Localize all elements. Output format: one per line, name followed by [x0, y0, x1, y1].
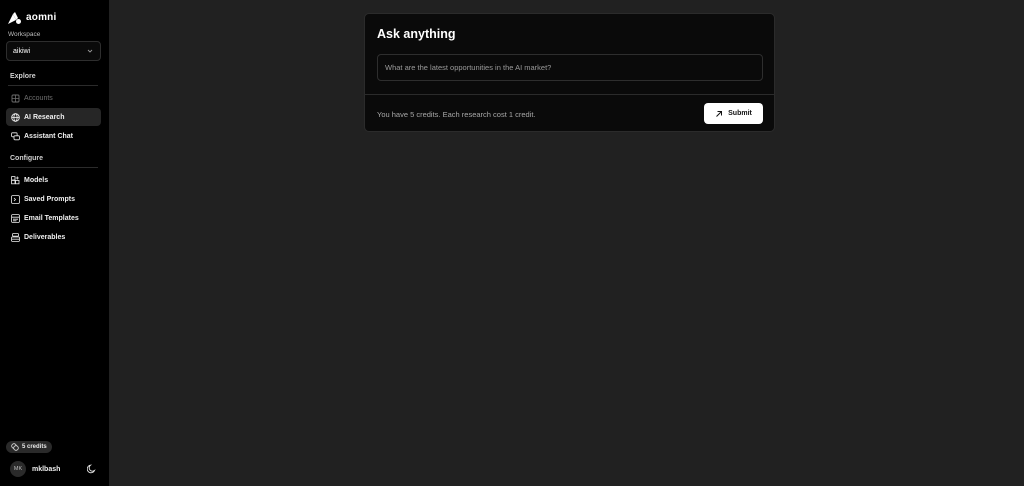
sidebar-item-saved-prompts[interactable]: Saved Prompts: [6, 190, 101, 208]
coins-icon: [11, 443, 19, 451]
aomni-logo-icon: [8, 11, 21, 24]
section-divider: [8, 167, 98, 168]
theme-toggle-button[interactable]: [86, 463, 98, 475]
sidebar-item-label: AI Research: [24, 113, 65, 121]
sidebar-item-label: Accounts: [24, 94, 53, 102]
building-icon: [10, 93, 20, 103]
arrow-up-right-icon: [716, 110, 723, 117]
template-icon: [10, 213, 20, 223]
workspace-value: aikiwi: [13, 47, 31, 55]
credits-badge-label: 5 credits: [22, 444, 47, 450]
sidebar-item-label: Deliverables: [24, 233, 66, 241]
sidebar-item-label: Models: [24, 176, 49, 184]
credits-badge: 5 credits: [6, 441, 52, 453]
workspace-label: Workspace: [8, 31, 41, 38]
workspace-select[interactable]: aikiwi: [6, 41, 101, 61]
chat-icon: [10, 131, 20, 141]
submit-label: Submit: [728, 110, 752, 117]
section-title-configure: Configure: [10, 155, 44, 162]
research-query-placeholder: What are the latest opportunities in the…: [385, 63, 552, 72]
sidebar-item-label: Email Templates: [24, 214, 79, 222]
moon-icon: [87, 464, 96, 474]
username: mklbash: [32, 465, 61, 473]
layers-icon: [10, 232, 20, 242]
grid-plus-icon: [10, 175, 20, 185]
sidebar: aomni Workspace aikiwi Explore Accounts …: [0, 0, 109, 486]
sidebar-item-ai-research[interactable]: AI Research: [6, 108, 101, 126]
sidebar-item-label: Saved Prompts: [24, 195, 75, 203]
chevron-down-icon: [87, 49, 93, 53]
sidebar-item-email-templates[interactable]: Email Templates: [6, 209, 101, 227]
credit-note: You have 5 credits. Each research cost 1…: [377, 110, 536, 119]
section-divider: [8, 85, 98, 86]
brand-logo[interactable]: aomni: [8, 11, 56, 24]
sidebar-item-label: Assistant Chat: [24, 132, 74, 140]
sidebar-item-deliverables[interactable]: Deliverables: [6, 228, 101, 246]
sidebar-item-assistant-chat[interactable]: Assistant Chat: [6, 127, 101, 145]
research-card: Ask anything What are the latest opportu…: [364, 13, 775, 132]
brand-name: aomni: [26, 12, 57, 23]
section-title-explore: Explore: [10, 73, 36, 80]
avatar: MK: [10, 461, 26, 477]
globe-icon: [10, 112, 20, 122]
user-profile[interactable]: MK mklbash: [10, 461, 98, 477]
card-divider: [365, 94, 774, 95]
terminal-icon: [10, 194, 20, 204]
sidebar-item-accounts[interactable]: Accounts: [6, 89, 101, 107]
page-title: Ask anything: [377, 27, 456, 41]
submit-button[interactable]: Submit: [704, 103, 763, 124]
sidebar-item-models[interactable]: Models: [6, 171, 101, 189]
research-query-input[interactable]: What are the latest opportunities in the…: [377, 54, 763, 81]
